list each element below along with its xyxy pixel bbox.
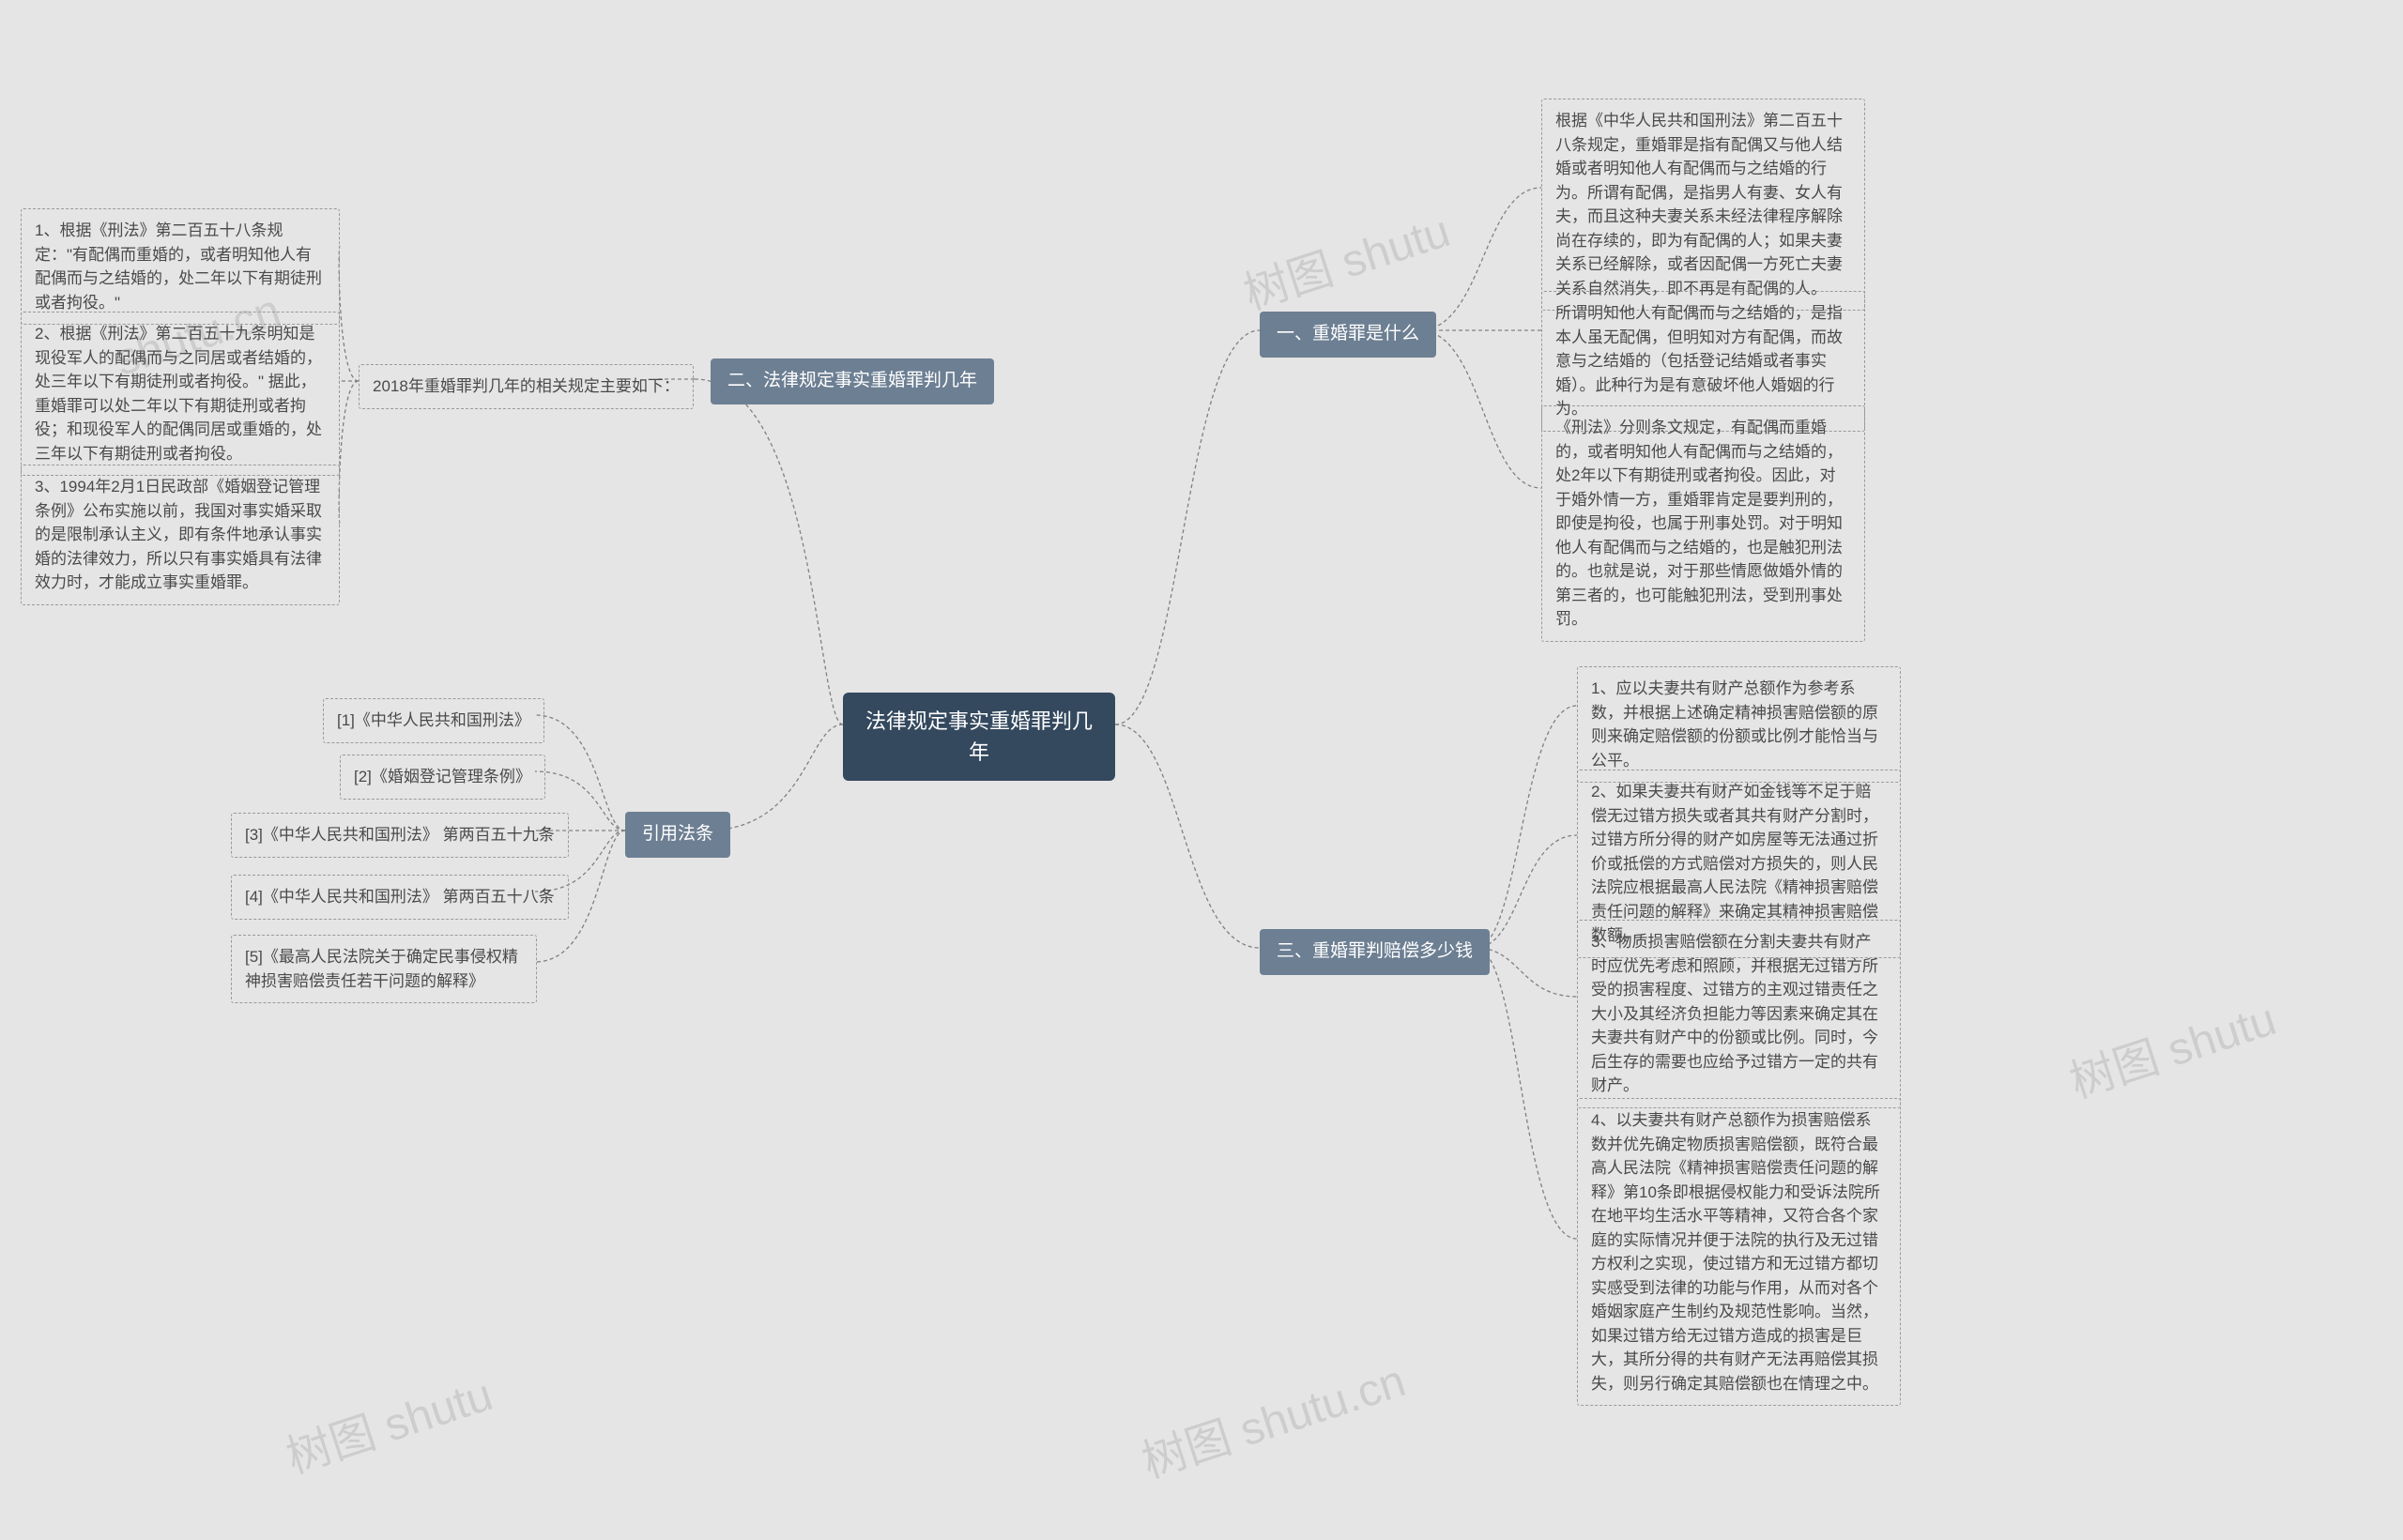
leaf-b4-2: [2]《婚姻登记管理条例》	[340, 755, 545, 800]
root-node[interactable]: 法律规定事实重婚罪判几 年	[843, 693, 1115, 781]
leaf-b4-5: [5]《最高人民法院关于确定民事侵权精神损害赔偿责任若干问题的解释》	[231, 935, 537, 1003]
leaf-b3-4: 4、以夫妻共有财产总额作为损害赔偿系数并优先确定物质损害赔偿额，既符合最高人民法…	[1577, 1098, 1901, 1406]
branch-cited-laws[interactable]: 引用法条	[625, 812, 730, 858]
leaf-b2-1: 1、根据《刑法》第二百五十八条规定："有配偶而重婚的，或者明知他人有配偶而与之结…	[21, 208, 340, 325]
leaf-b3-1: 1、应以夫妻共有财产总额作为参考系数，并根据上述确定精神损害赔偿额的原则来确定赔…	[1577, 666, 1901, 783]
watermark: 树图 shutu	[1234, 194, 1457, 323]
leaf-b1-3: 《刑法》分则条文规定，有配偶而重婚的，或者明知他人有配偶而与之结婚的，处2年以下…	[1541, 405, 1865, 642]
leaf-b3-3: 3、物质损害赔偿额在分割夫妻共有财产时应优先考虑和照顾，并根据无过错方所受的损害…	[1577, 920, 1901, 1108]
leaf-b4-1: [1]《中华人民共和国刑法》	[323, 698, 544, 743]
watermark: 树图 shutu.cn	[1132, 1344, 1412, 1490]
branch-what-is-bigamy[interactable]: 一、重婚罪是什么	[1260, 312, 1436, 358]
leaf-b2-2: 2、根据《刑法》第二百五十九条明知是现役军人的配偶而与之同居或者结婚的，处三年以…	[21, 312, 340, 476]
watermark: 树图 shutu	[2060, 983, 2283, 1111]
watermark: 树图 shutu	[277, 1358, 499, 1487]
branch-compensation[interactable]: 三、重婚罪判赔偿多少钱	[1260, 929, 1490, 975]
leaf-b2-sub-visible: 2018年重婚罪判几年的相关规定主要如下：	[359, 364, 694, 409]
branch-sentence-years[interactable]: 二、法律规定事实重婚罪判几年	[711, 358, 994, 404]
leaf-b4-3: [3]《中华人民共和国刑法》 第两百五十九条	[231, 813, 569, 858]
leaf-b1-1: 根据《中华人民共和国刑法》第二百五十八条规定，重婚罪是指有配偶又与他人结婚或者明…	[1541, 99, 1865, 311]
leaf-b4-4: [4]《中华人民共和国刑法》 第两百五十八条	[231, 875, 569, 920]
leaf-b2-3: 3、1994年2月1日民政部《婚姻登记管理条例》公布实施以前，我国对事实婚采取的…	[21, 465, 340, 605]
